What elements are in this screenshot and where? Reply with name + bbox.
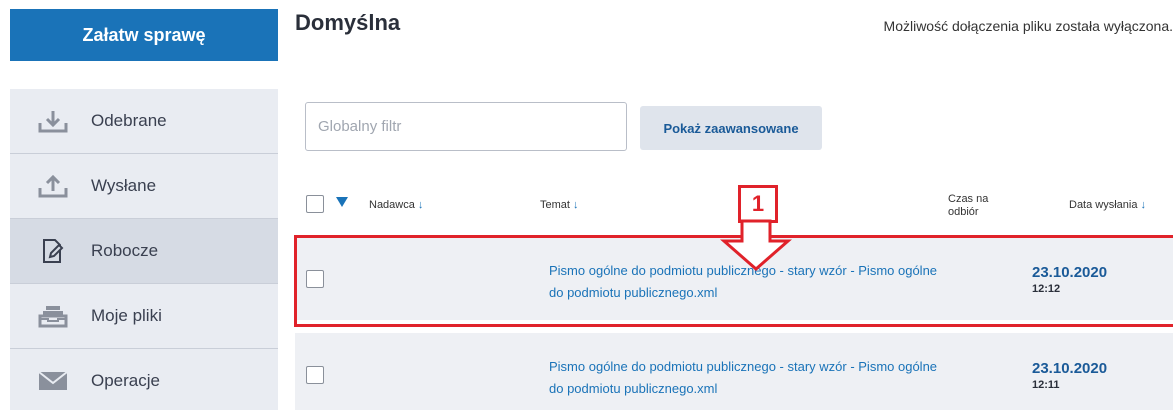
sort-arrow-icon: ↓ <box>417 199 424 211</box>
message-subject-link[interactable]: Pismo ogólne do podmiotu publicznego - s… <box>549 356 949 400</box>
sent-date: 23.10.2020 <box>1032 264 1108 281</box>
column-header-czas-na-odbior: Czas na odbiór <box>948 193 989 218</box>
draft-edit-icon <box>37 238 69 264</box>
column-label: Data wysłania <box>1069 199 1138 211</box>
sidebar-item-label: Wysłane <box>91 176 157 195</box>
sidebar-item-operacje[interactable]: Operacje <box>10 349 278 410</box>
sent-date: 23.10.2020 <box>1032 360 1108 377</box>
annotation-down-arrow-icon <box>720 219 792 276</box>
global-filter-input[interactable] <box>305 102 627 151</box>
column-header-nadawca[interactable]: Nadawca ↓ <box>369 199 423 211</box>
table-row[interactable]: Pismo ogólne do podmiotu publicznego - s… <box>295 333 1173 410</box>
row-checkbox[interactable] <box>306 270 324 288</box>
page-title: Domyślna <box>295 10 401 35</box>
column-label: Nadawca <box>369 199 415 211</box>
select-options-dropdown-icon[interactable] <box>335 196 349 211</box>
sidebar-item-label: Operacje <box>91 371 160 390</box>
file-tray-icon <box>37 303 69 329</box>
column-label: Temat <box>540 199 570 211</box>
select-all-checkbox[interactable] <box>306 195 324 213</box>
show-advanced-button[interactable]: Pokaż zaawansowane <box>640 106 822 150</box>
handle-matter-button[interactable]: Załatw sprawę <box>10 9 278 61</box>
sort-arrow-icon: ↓ <box>573 199 579 211</box>
sidebar-item-label: Robocze <box>91 241 159 260</box>
sort-arrow-icon: ↓ <box>1140 199 1147 211</box>
sidebar-item-robocze[interactable]: Robocze <box>10 219 278 284</box>
row-checkbox[interactable] <box>306 366 324 384</box>
sidebar-item-label: Odebrane <box>91 111 167 130</box>
inbox-download-icon <box>37 108 69 134</box>
sidebar-item-label: Moje pliki <box>91 306 162 325</box>
sidebar-item-moje-pliki[interactable]: Moje pliki <box>10 284 278 349</box>
outbox-upload-icon <box>37 173 69 199</box>
sent-time: 12:11 <box>1032 379 1060 391</box>
annotation-number-badge: 1 <box>738 185 778 223</box>
sidebar-item-odebrane[interactable]: Odebrane <box>10 89 278 154</box>
attachment-disabled-notice: Możliwość dołączenia pliku została wyłąc… <box>883 18 1173 34</box>
sidebar: Odebrane Wysłane Robocze Moje pliki Oper… <box>10 89 278 410</box>
column-header-temat[interactable]: Temat ↓ <box>540 199 579 211</box>
sent-time: 12:12 <box>1032 283 1061 295</box>
sidebar-item-wyslane[interactable]: Wysłane <box>10 154 278 219</box>
envelope-icon <box>37 368 69 394</box>
column-header-data-wyslania[interactable]: Data wysłania ↓ <box>1069 199 1146 211</box>
